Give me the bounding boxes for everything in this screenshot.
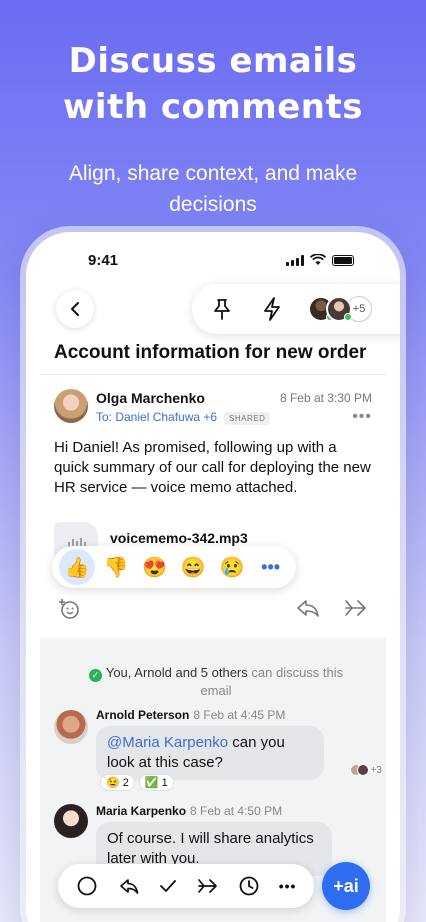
status-bar: 9:41 [26,232,400,284]
shared-badge: SHARED [224,412,271,425]
reaction-thumbs-up[interactable]: 👍 [59,549,96,585]
comment-date: 8 Feb at 4:50 PM [190,804,283,818]
discussion-participants: You, Arnold and 5 others [105,665,248,680]
sender-avatar[interactable] [54,389,88,423]
avatar[interactable] [54,710,88,744]
avatar[interactable] [54,804,88,838]
avatar [326,296,352,322]
circle-icon[interactable] [76,875,98,897]
email-date: 8 Feb at 3:30 PM [279,391,372,405]
seen-by[interactable]: +3 [349,764,382,776]
reaction-chip[interactable]: 😉 2 [100,774,135,791]
back-icon [71,302,79,316]
comment-author: Maria Karpenko 8 Feb at 4:50 PM [96,804,282,818]
discussion-note: ✓ You, Arnold and 5 others can discuss th… [86,664,346,700]
reaction-cry[interactable]: 😢 [214,549,250,585]
wifi-icon [310,254,326,265]
battery-icon [332,254,354,266]
mention-link[interactable]: @Maria Karpenko [107,734,228,751]
phone-mockup: 9:41 +5 Account information for new orde… [26,232,400,922]
email-toolbar: +5 [192,284,400,334]
participants[interactable]: +5 [308,296,372,322]
hero-subtitle: Align, share context, and make decisions [68,162,358,216]
email-subject: Account information for new order [54,342,367,363]
reaction-grin[interactable]: 😄 [175,549,211,585]
reaction-thumbs-down[interactable]: 👎 [98,549,134,585]
hero-title: Discuss emails with comments [63,41,363,127]
reaction-chip[interactable]: ✅ 1 [138,774,174,791]
reply-all-icon[interactable] [117,876,139,896]
check-icon[interactable] [158,876,178,896]
reaction-picker: 👍 👎 😍 😄 😢 ••• [52,546,296,588]
reaction-heart-eyes[interactable]: 😍 [137,549,173,585]
ai-button[interactable]: +ai [322,862,370,910]
clock-icon[interactable] [238,875,260,897]
more-menu-icon[interactable]: ••• [352,408,372,426]
comment-date: 8 Feb at 4:45 PM [193,708,286,722]
signal-icon [286,254,304,266]
attachment-name[interactable]: voicememo-342.mp3 [110,530,248,546]
comment-text: Of course. I will share analytics later … [107,830,314,867]
comment-reactions: 😉 2 ✅ 1 [100,774,174,791]
seen-count: +3 [370,764,382,776]
add-reaction-icon[interactable] [58,598,80,620]
bolt-icon[interactable] [262,297,282,321]
reply-icon[interactable] [296,598,320,618]
comment-author-name: Arnold Peterson [96,708,190,722]
forward-icon[interactable] [197,876,219,896]
check-icon: ✓ [88,669,102,682]
email-actions [54,598,372,620]
comment-bubble[interactable]: @Maria Karpenko can you look at this cas… [96,726,324,780]
comment-author: Arnold Peterson 8 Feb at 4:45 PM [96,708,285,722]
comment-author-name: Maria Karpenko [96,804,187,818]
more-icon[interactable]: ••• [279,878,297,894]
status-time: 9:41 [88,252,119,269]
online-dot [344,313,352,321]
more-reactions-button[interactable]: ••• [253,549,289,585]
recipients-link[interactable]: To: Daniel Chafuwa +6 [96,410,217,424]
email-body: Hi Daniel! As promised, following up wit… [54,439,371,496]
status-icons [286,254,354,266]
sender-name[interactable]: Olga Marchenko [96,390,205,406]
pin-icon[interactable] [212,298,232,320]
bottom-action-bar: ••• [58,864,314,908]
divider [40,374,386,375]
back-button[interactable] [56,290,94,328]
forward-icon[interactable] [344,598,368,618]
avatar [356,764,369,776]
